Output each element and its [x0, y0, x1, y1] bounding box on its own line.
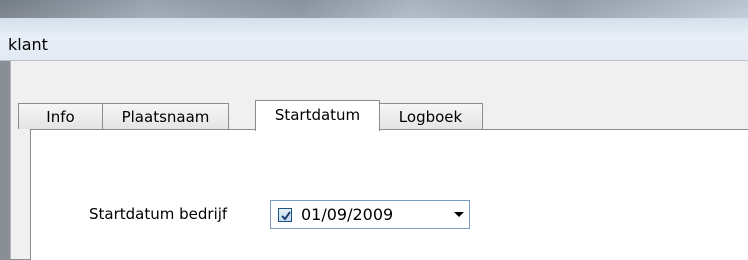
startdatum-date-picker[interactable]: 01/09/2009 — [270, 200, 470, 229]
startdatum-bedrijf-label: Startdatum bedrijf — [89, 205, 228, 223]
tab-info-label: Info — [46, 108, 75, 126]
tab-logboek[interactable]: Logboek — [378, 103, 483, 129]
dropdown-arrow-icon[interactable] — [454, 212, 464, 217]
date-enabled-checkbox[interactable] — [278, 208, 292, 222]
titlebar-background — [0, 0, 748, 18]
tab-info[interactable]: Info — [18, 103, 103, 129]
tab-logboek-label: Logboek — [398, 108, 463, 126]
tab-startdatum-label: Startdatum — [274, 106, 361, 124]
date-value[interactable]: 01/09/2009 — [301, 205, 393, 224]
tab-plaatsnaam-label: Plaatsnaam — [121, 108, 210, 126]
tab-panel-startdatum — [30, 129, 748, 260]
window-title: klant — [8, 35, 48, 54]
tab-plaatsnaam[interactable]: Plaatsnaam — [102, 103, 229, 129]
checkmark-icon — [281, 211, 291, 221]
tab-startdatum[interactable]: Startdatum — [255, 100, 380, 131]
window-titlebar[interactable]: klant — [0, 0, 748, 61]
